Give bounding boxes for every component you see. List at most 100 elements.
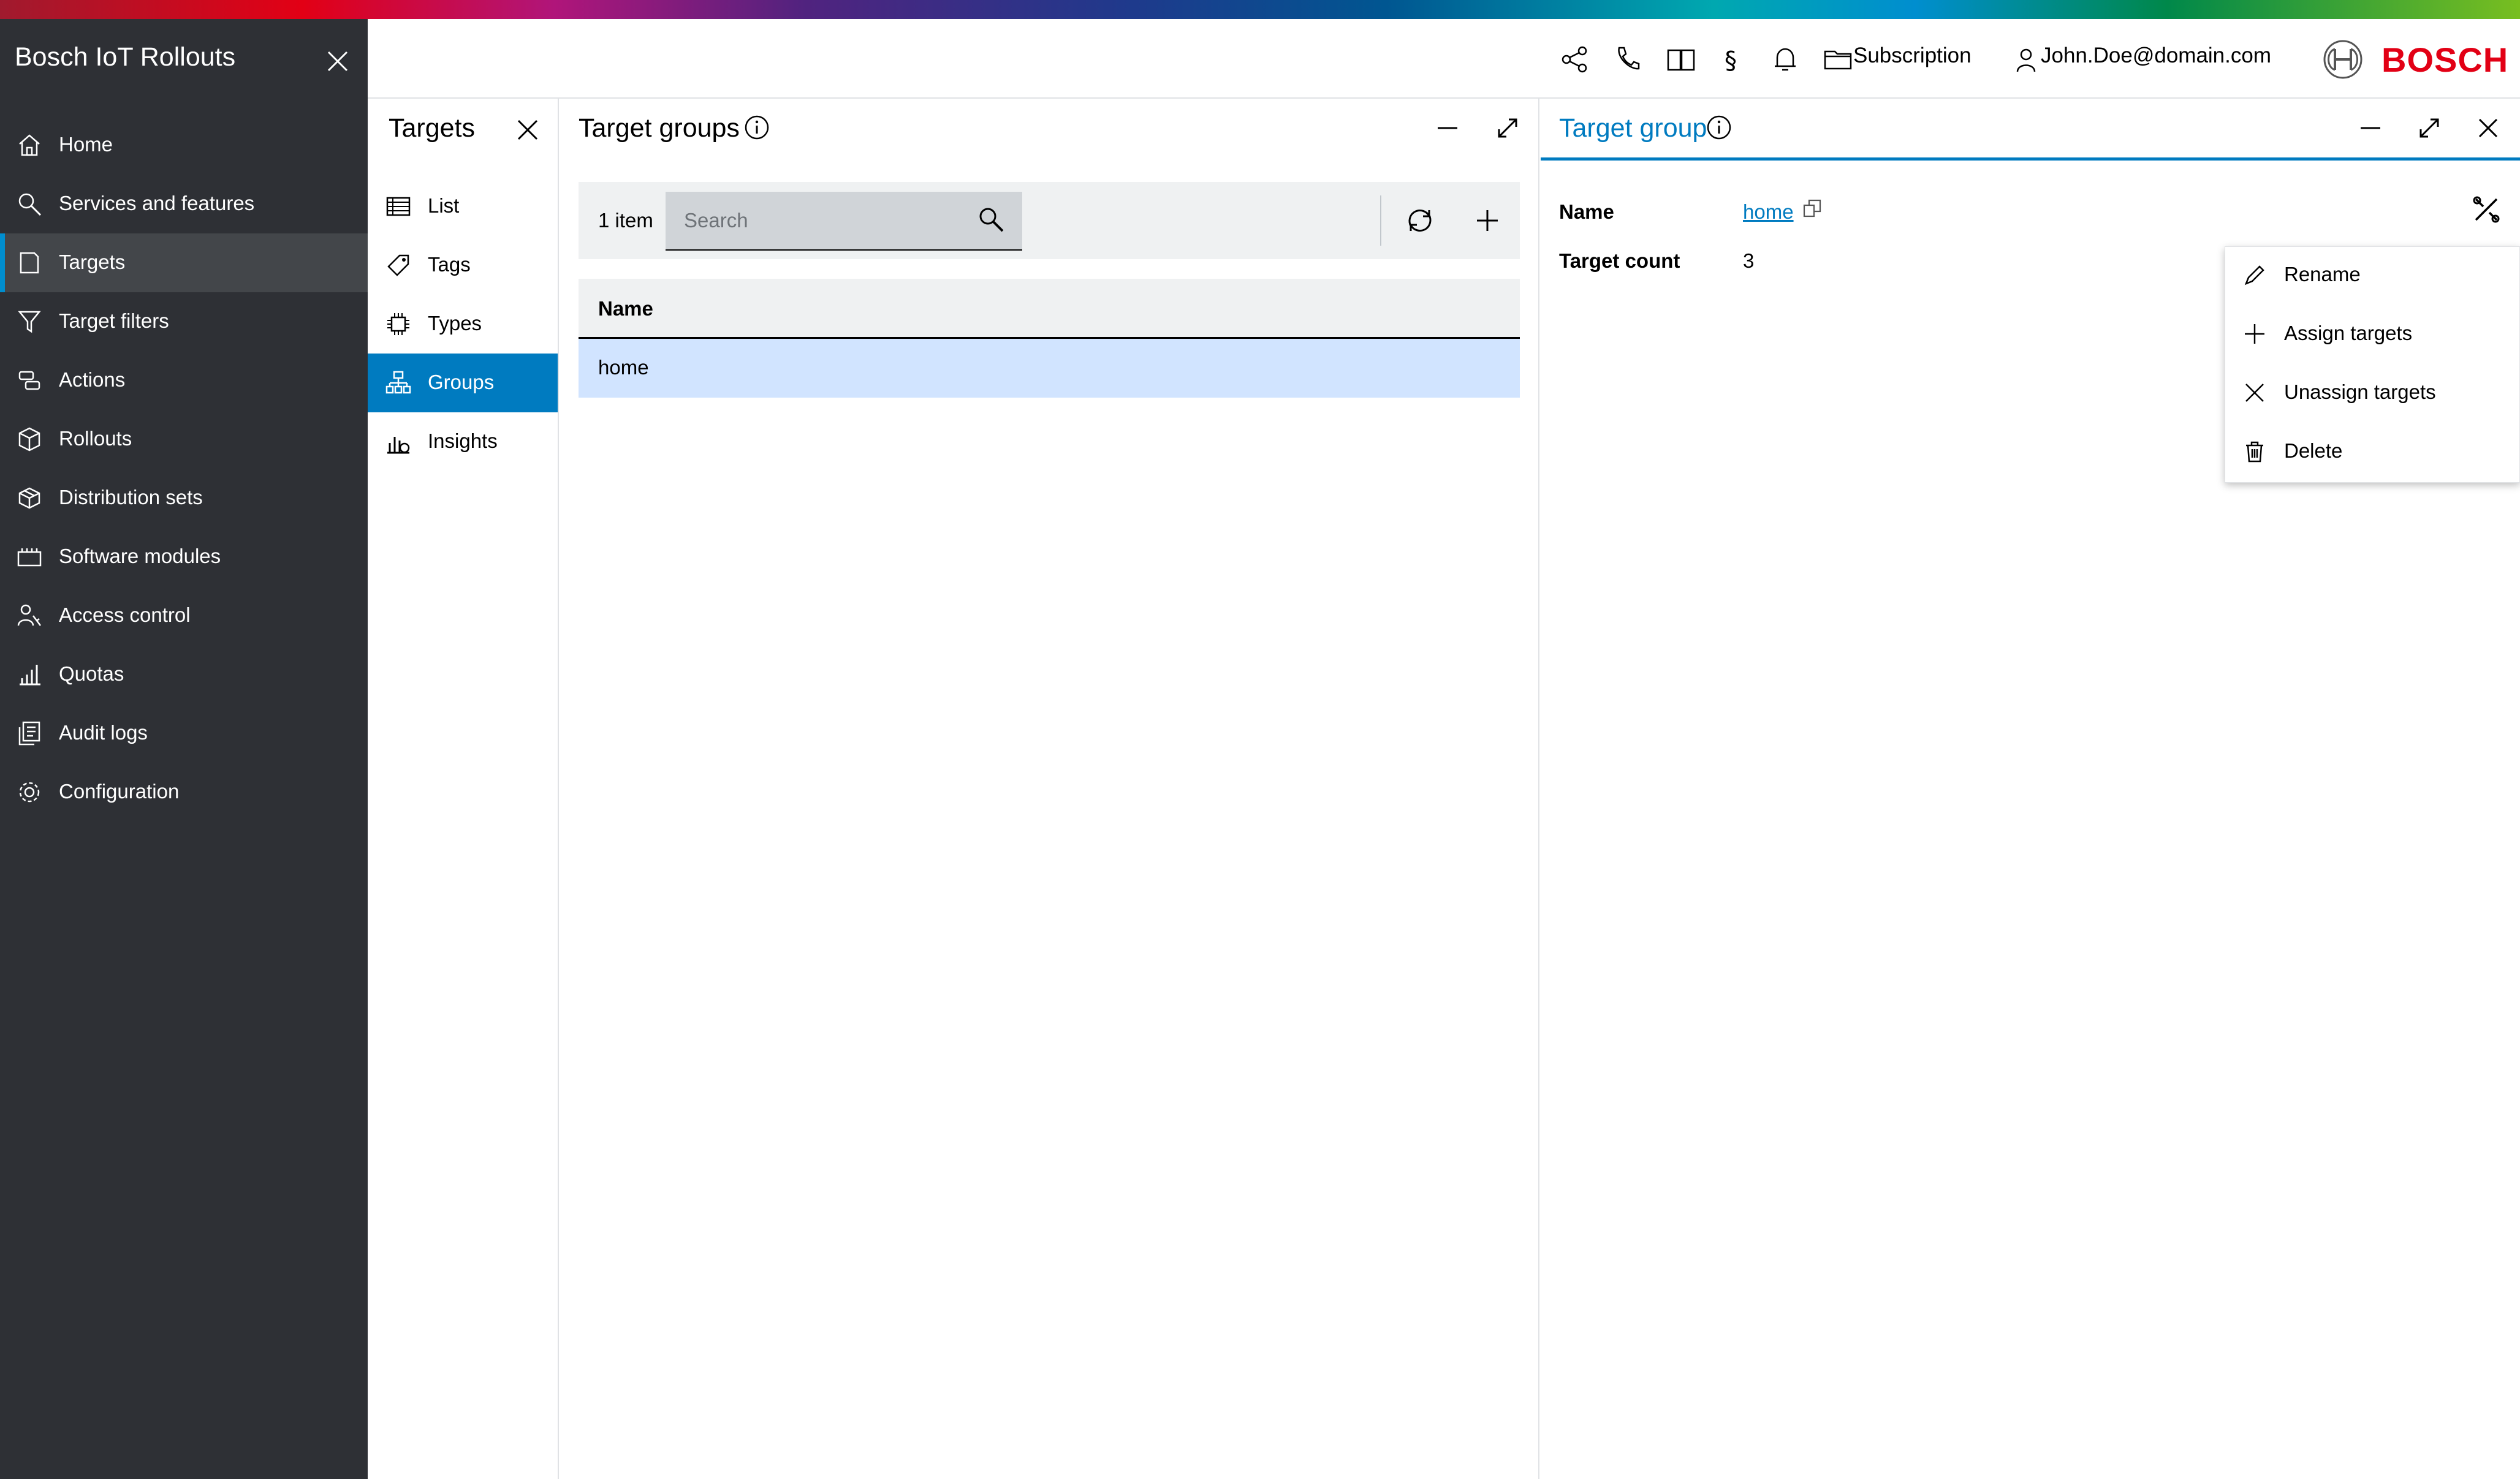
subnav-item-label: List [428,194,460,217]
main-sidebar: Bosch IoT Rollouts Home Services and fea… [0,19,368,1479]
bell-icon[interactable] [1770,44,1801,75]
field-label-target-count: Target count [1559,249,1680,272]
sidebar-item-actions[interactable]: Actions [0,351,368,410]
targets-subnav: Targets List Tags Types Groups Insights [368,99,559,1479]
sidebar-item-label: Targets [59,251,126,273]
menu-item-unassign-targets[interactable]: Unassign targets [2225,365,2520,423]
table-header[interactable]: Name [579,279,1520,339]
search-box [666,192,1022,251]
sidebar-header: Bosch IoT Rollouts [0,19,368,99]
magnifier-icon [16,191,43,218]
bar-chart-icon [16,661,43,688]
minimize-icon[interactable] [1434,115,1461,142]
maximize-icon[interactable] [2416,115,2443,142]
plus-icon[interactable] [1472,205,1503,236]
field-label-name: Name [1559,200,1614,223]
user-key-icon [16,602,43,629]
trash-icon [2242,439,2267,464]
pencil-icon [2242,263,2267,287]
subnav-item-label: Types [428,312,482,335]
menu-item-label: Unassign targets [2284,380,2436,403]
gear-icon [16,779,43,806]
menu-item-assign-targets[interactable]: Assign targets [2225,306,2520,365]
subnav-item-types[interactable]: Types [368,295,558,354]
close-icon[interactable] [324,47,352,75]
folder-icon[interactable] [1823,44,1853,75]
box-icon [16,426,43,453]
groups-table: Name home [579,279,1520,398]
menu-item-rename[interactable]: Rename [2225,247,2520,306]
search-icon[interactable] [977,205,1005,233]
user-icon[interactable] [2014,46,2038,73]
column-header-name: Name [598,297,653,320]
bosch-supergraphic [0,0,2520,19]
subnav-item-label: Insights [428,429,498,452]
menu-item-label: Delete [2284,439,2343,462]
bosch-logo-icon [2323,39,2363,80]
list-icon [385,193,412,220]
toolbar-divider [1380,195,1381,246]
panel-title: Target groups [579,113,740,143]
subnav-item-insights[interactable]: Insights [368,412,558,471]
tools-icon[interactable] [2471,194,2502,225]
sidebar-item-targets[interactable]: Targets [0,233,368,292]
table-cell-name: home [598,356,649,379]
menu-item-label: Assign targets [2284,322,2413,344]
sidebar-item-quotas[interactable]: Quotas [0,645,368,704]
package-icon [16,485,43,512]
home-icon [16,132,43,159]
close-icon[interactable] [514,116,542,144]
app-title: Bosch IoT Rollouts [15,42,236,72]
sidebar-item-audit-logs[interactable]: Audit logs [0,704,368,763]
groups-toolbar: 1 item [579,182,1520,259]
maximize-icon[interactable] [1494,115,1521,142]
sidebar-item-configuration[interactable]: Configuration [0,763,368,822]
actions-icon [16,367,43,394]
subnav-item-groups[interactable]: Groups [368,354,558,412]
sidebar-item-label: Rollouts [59,427,132,450]
info-icon[interactable] [744,115,770,140]
sidebar-item-label: Quotas [59,662,124,685]
top-bar: § Subscription John.Doe@domain.com BOSCH [368,19,2520,99]
copy-icon[interactable] [1802,198,1823,219]
plus-icon [2242,322,2267,346]
close-icon[interactable] [2475,115,2502,142]
sidebar-item-rollouts[interactable]: Rollouts [0,410,368,469]
sidebar-item-access-control[interactable]: Access control [0,586,368,645]
table-row[interactable]: home [579,339,1520,398]
subnav-title: Targets [389,113,476,143]
sidebar-item-services[interactable]: Services and features [0,175,368,233]
legal-paragraph-icon[interactable]: § [1717,44,1748,75]
sidebar-item-label: Target filters [59,309,169,332]
sidebar-item-distribution-sets[interactable]: Distribution sets [0,469,368,528]
subscription-link[interactable]: Subscription [1853,44,1972,68]
tools-context-menu: Rename Assign targets Unassign targets D… [2225,246,2520,483]
sidebar-item-label: Services and features [59,192,255,214]
sidebar-item-software-modules[interactable]: Software modules [0,528,368,586]
share-icon[interactable] [1559,44,1590,75]
target-count-value: 3 [1743,249,1755,272]
subnav-item-list[interactable]: List [368,177,558,236]
sidebar-item-label: Home [59,133,113,156]
subnav-item-tags[interactable]: Tags [368,236,558,295]
phone-icon[interactable] [1612,44,1642,75]
target-icon [16,249,43,276]
refresh-icon[interactable] [1405,205,1435,236]
minimize-icon[interactable] [2357,115,2384,142]
name-link[interactable]: home [1743,200,1794,224]
sidebar-item-home[interactable]: Home [0,116,368,175]
filter-icon [16,308,43,335]
close-icon [2242,380,2267,405]
panel-title: Target group [1559,113,1707,143]
user-account[interactable]: John.Doe@domain.com [2041,44,2271,68]
sidebar-item-label: Actions [59,368,126,391]
sidebar-item-target-filters[interactable]: Target filters [0,292,368,351]
item-count: 1 item [598,209,653,232]
search-input[interactable] [666,192,972,249]
book-icon[interactable] [1666,44,1696,75]
sidebar-item-label: Audit logs [59,721,148,744]
info-icon[interactable] [1706,115,1732,140]
menu-item-delete[interactable]: Delete [2225,423,2520,482]
hierarchy-icon [385,369,412,396]
sidebar-item-label: Access control [59,603,191,626]
